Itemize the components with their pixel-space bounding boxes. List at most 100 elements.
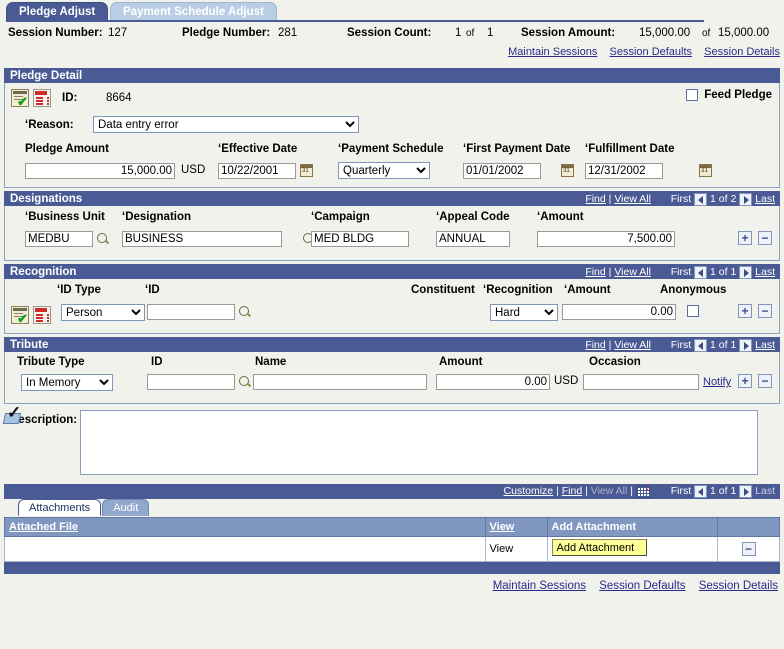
tribute-remove-row-button[interactable]: − <box>758 374 772 388</box>
attachments-toolbar-sep3: | <box>630 485 633 497</box>
attachments-tab-bar: Attachments Audit <box>4 499 780 517</box>
download-grid-icon[interactable]: ↓ <box>635 481 650 498</box>
form-check-icon[interactable]: ✔ <box>11 306 29 325</box>
campaign-input[interactable] <box>311 231 409 247</box>
effective-date-input[interactable] <box>218 163 296 179</box>
attachments-section: Customize | Find | View All | ↓ First 1 … <box>4 481 780 574</box>
form-check-icon[interactable]: ✔ <box>11 89 29 108</box>
designation-input[interactable] <box>122 231 282 247</box>
tribute-prev-arrow-icon[interactable] <box>694 338 708 352</box>
red-list-icon[interactable] <box>33 89 51 107</box>
tribute-view-all-link[interactable]: View All <box>614 339 651 351</box>
designations-view-all-link[interactable]: View All <box>614 193 651 205</box>
designations-first-link[interactable]: First <box>671 193 691 205</box>
recognition-amount-input[interactable] <box>562 304 676 320</box>
recognition-next-arrow-icon[interactable] <box>739 265 753 279</box>
tribute-name-input[interactable] <box>253 374 427 390</box>
business-unit-lookup-icon[interactable] <box>97 232 110 246</box>
recognition-last-link[interactable]: Last <box>755 266 775 278</box>
recognition-type-select[interactable]: Hard <box>490 304 558 321</box>
designation-amount-input[interactable] <box>537 231 675 247</box>
designations-find-link[interactable]: Find <box>585 193 605 205</box>
recognition-icon-form-check[interactable]: ✔ <box>11 306 29 325</box>
tab-audit[interactable]: Audit <box>102 499 150 516</box>
pledge-detail-body: ✔ ID: 8664 Feed Pledge Reason: Data entr… <box>4 83 780 188</box>
link-maintain-sessions-bottom[interactable]: Maintain Sessions <box>493 580 586 592</box>
description-textarea[interactable] <box>80 410 758 475</box>
attachments-prev-arrow-icon[interactable] <box>694 484 708 498</box>
recognition-prev-arrow-icon[interactable] <box>694 265 708 279</box>
link-session-defaults-bottom[interactable]: Session Defaults <box>599 580 685 592</box>
attachments-remove-row-button[interactable]: − <box>741 542 756 556</box>
designations-last-link[interactable]: Last <box>755 193 775 205</box>
tribute-amount-label: Amount <box>439 356 483 368</box>
attachments-next-arrow-icon[interactable] <box>739 484 753 498</box>
business-unit-input[interactable] <box>25 231 93 247</box>
pledge-detail-icon-red-list[interactable] <box>33 89 51 107</box>
column-view-label[interactable]: View <box>490 521 515 533</box>
first-payment-date-input[interactable] <box>463 163 541 179</box>
appeal-code-input[interactable] <box>436 231 510 247</box>
first-payment-date-calendar-icon[interactable] <box>561 164 575 177</box>
notify-link[interactable]: Notify <box>703 376 731 388</box>
designation-amount-label: Amount <box>537 211 583 223</box>
fulfillment-date-input[interactable] <box>585 163 663 179</box>
red-list-icon[interactable] <box>33 306 51 324</box>
tribute-add-row-button[interactable]: + <box>738 374 752 388</box>
tribute-type-select[interactable]: In Memory <box>21 374 113 391</box>
fulfillment-date-calendar-icon[interactable] <box>699 164 713 177</box>
pledge-amount-input[interactable] <box>25 163 175 179</box>
recognition-add-row-button[interactable]: + <box>738 304 752 318</box>
spellcheck-icon[interactable]: ✓ <box>2 404 21 424</box>
tab-attachments[interactable]: Attachments <box>18 499 102 516</box>
recognition-id-lookup-icon[interactable] <box>239 305 252 319</box>
designations-add-row-button[interactable]: + <box>738 231 752 245</box>
link-session-defaults-top[interactable]: Session Defaults <box>610 46 693 58</box>
attachments-find-link[interactable]: Find <box>562 485 582 497</box>
tribute-amount-input[interactable] <box>436 374 550 390</box>
recognition-first-link[interactable]: First <box>671 266 691 278</box>
tribute-last-link[interactable]: Last <box>755 339 775 351</box>
link-maintain-sessions-top[interactable]: Maintain Sessions <box>508 46 597 58</box>
feed-pledge-checkbox[interactable] <box>686 89 699 102</box>
link-session-details-top[interactable]: Session Details <box>704 46 780 58</box>
designations-next-arrow-icon[interactable] <box>739 192 753 206</box>
recognition-counter: 1 of 1 <box>710 266 737 278</box>
link-session-details-bottom[interactable]: Session Details <box>699 580 778 592</box>
tribute-nav-sep: | <box>608 339 612 351</box>
tribute-id-label: ID <box>151 356 163 368</box>
effective-date-calendar-icon[interactable] <box>300 164 313 177</box>
tab-payment-schedule-adjust[interactable]: Payment Schedule Adjust <box>110 2 277 20</box>
occasion-input[interactable] <box>583 374 699 390</box>
tribute-id-input[interactable] <box>147 374 235 390</box>
pledge-detail-icon-form-check[interactable]: ✔ <box>11 89 29 108</box>
recognition-remove-row-button[interactable]: − <box>758 304 772 318</box>
feed-pledge-field[interactable]: Feed Pledge <box>686 89 772 102</box>
recognition-nav-sep: | <box>608 266 612 278</box>
attachments-customize-link[interactable]: Customize <box>504 485 554 497</box>
tab-pledge-adjust[interactable]: Pledge Adjust <box>6 2 109 20</box>
recognition-icon-red-list[interactable] <box>33 306 51 324</box>
add-attachment-button[interactable]: Add Attachment <box>551 539 647 556</box>
constituent-label: Constituent <box>411 284 475 296</box>
view-attachment-link[interactable]: View <box>490 543 514 555</box>
tribute-id-lookup-icon[interactable] <box>239 375 252 389</box>
recognition-view-all-link[interactable]: View All <box>614 266 651 278</box>
anonymous-checkbox[interactable] <box>687 305 699 317</box>
designations-remove-row-button[interactable]: − <box>758 231 772 245</box>
tribute-find-link[interactable]: Find <box>585 339 605 351</box>
attachments-table: Attached File View Add Attachment View A… <box>4 517 780 562</box>
designations-prev-arrow-icon[interactable] <box>694 192 708 206</box>
recognition-body: ✔ ID Type Person ID Constituent Recognit… <box>4 279 780 334</box>
payment-schedule-select[interactable]: Quarterly <box>338 162 430 179</box>
recognition-id-input[interactable] <box>147 304 235 320</box>
reason-select[interactable]: Data entry error <box>93 116 359 133</box>
tribute-first-link[interactable]: First <box>671 339 691 351</box>
tribute-next-arrow-icon[interactable] <box>739 338 753 352</box>
pledge-amount-currency: USD <box>181 164 206 176</box>
tribute-header: Tribute Find | View All First 1 of 1 Las… <box>4 337 780 352</box>
attachments-first-link[interactable]: First <box>671 485 691 497</box>
column-attached-file-label[interactable]: Attached File <box>9 521 78 533</box>
id-type-select[interactable]: Person <box>61 304 145 321</box>
recognition-find-link[interactable]: Find <box>585 266 605 278</box>
